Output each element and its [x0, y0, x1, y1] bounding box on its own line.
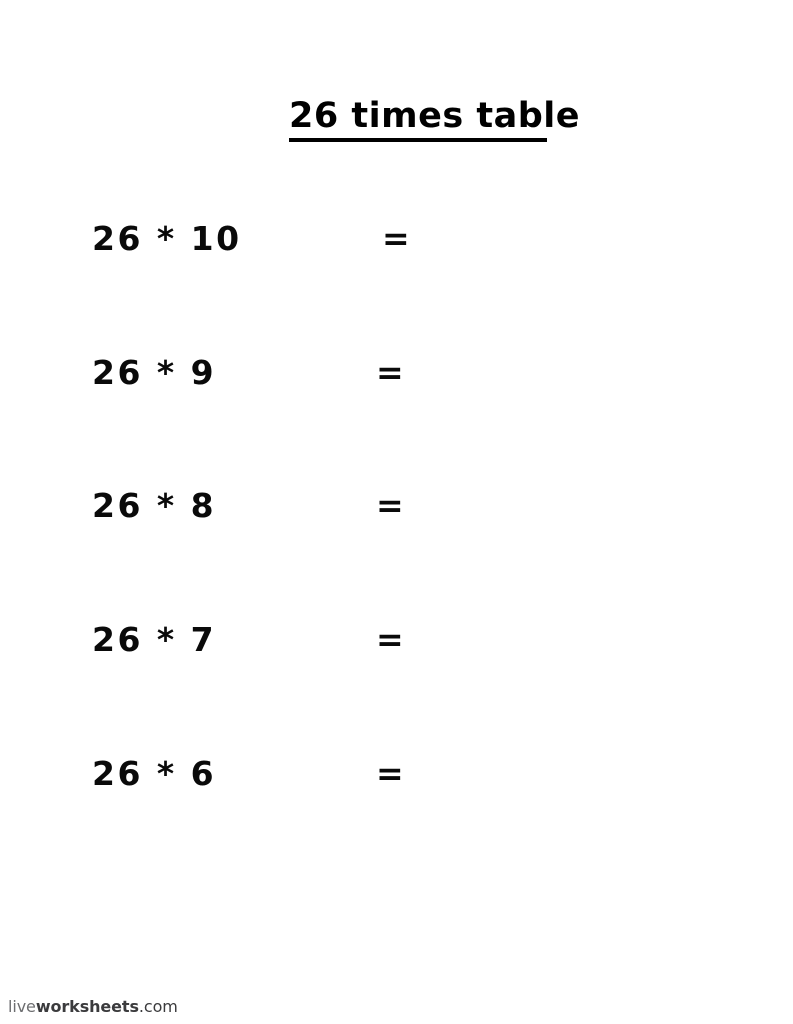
watermark-worksheets-text: worksheets — [35, 997, 139, 1016]
answer-input[interactable] — [406, 354, 596, 392]
answer-input[interactable] — [412, 220, 602, 258]
watermark-live-text: live — [8, 997, 36, 1016]
answer-input[interactable] — [406, 487, 596, 525]
equation-row: 26 * 9 = — [0, 350, 793, 396]
equation-expression: 26 * 6 — [92, 754, 217, 793]
worksheet-page: 26 times table 26 * 10 = 26 * 9 = 26 * 8… — [0, 0, 793, 1024]
watermark-tld-text: .com — [138, 997, 178, 1016]
equals-sign: = — [376, 754, 404, 793]
equation-expression: 26 * 8 — [92, 486, 217, 525]
equals-sign: = — [382, 219, 410, 258]
equation-row: 26 * 6 = — [0, 751, 793, 797]
equation-row: 26 * 7 = — [0, 617, 793, 663]
equals-sign: = — [376, 620, 404, 659]
equation-expression: 26 * 9 — [92, 353, 217, 392]
equation-row: 26 * 10 = — [0, 216, 793, 262]
answer-input[interactable] — [406, 621, 596, 659]
liveworksheets-watermark: liveworksheets.com — [8, 997, 178, 1017]
equation-expression: 26 * 10 — [92, 219, 242, 258]
equals-sign: = — [376, 486, 404, 525]
equation-row: 26 * 8 = — [0, 483, 793, 529]
equals-sign: = — [376, 353, 404, 392]
equation-expression: 26 * 7 — [92, 620, 217, 659]
equation-list: 26 * 10 = 26 * 9 = 26 * 8 = 26 * 7 = 26 … — [0, 0, 793, 1024]
answer-input[interactable] — [406, 755, 596, 793]
